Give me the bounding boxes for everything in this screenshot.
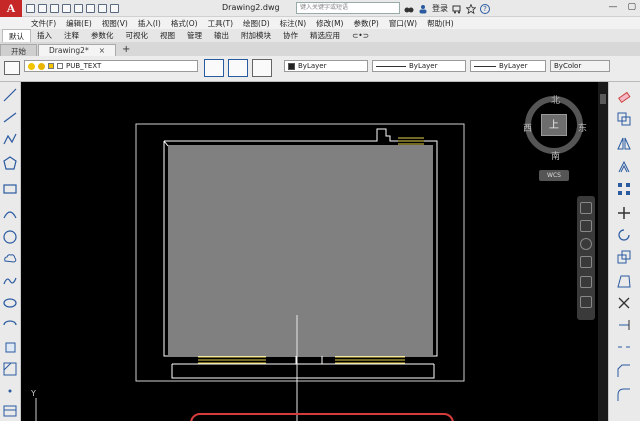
table-icon[interactable] — [3, 404, 17, 418]
move-icon[interactable] — [617, 206, 631, 220]
steering-wheel-icon[interactable] — [580, 202, 592, 214]
polyline-icon[interactable] — [3, 132, 17, 146]
nav-settings-icon[interactable] — [580, 296, 592, 308]
array-icon[interactable] — [617, 182, 631, 196]
ucs-y-label: Y — [31, 389, 36, 398]
chamfer-icon[interactable] — [617, 364, 631, 378]
vertical-scrollbar[interactable] — [598, 82, 608, 421]
ellipse-icon[interactable] — [3, 296, 17, 310]
erase-icon[interactable] — [617, 90, 631, 104]
command-line[interactable] — [190, 413, 454, 421]
point-icon[interactable] — [3, 384, 17, 398]
ucs-icon — [35, 398, 37, 421]
hatch-icon[interactable] — [3, 362, 17, 376]
window-top-right — [398, 137, 424, 145]
break-icon[interactable] — [617, 340, 631, 354]
navigation-bar — [577, 196, 595, 320]
trim-icon[interactable] — [617, 296, 631, 310]
insert-block-icon[interactable] — [3, 340, 17, 354]
viewcube-top-face[interactable]: 上 — [541, 114, 567, 136]
offset-icon[interactable] — [617, 160, 631, 174]
fillet-icon[interactable] — [617, 388, 631, 402]
rotate-icon[interactable] — [617, 228, 631, 242]
room-fill[interactable] — [168, 146, 433, 356]
lower-wall — [171, 364, 435, 379]
modify-toolbar — [608, 82, 640, 421]
wcs-dropdown[interactable]: WCS — [539, 170, 569, 181]
draw-toolbar — [0, 82, 21, 421]
compass-south[interactable]: 南 — [551, 149, 560, 162]
revision-cloud-icon[interactable] — [3, 252, 17, 266]
mirror-icon[interactable] — [617, 136, 631, 150]
window-bottom-right — [335, 356, 405, 364]
extend-icon[interactable] — [617, 318, 631, 332]
arc-icon[interactable] — [3, 206, 17, 220]
pan-icon[interactable] — [580, 220, 592, 232]
wall-joint — [163, 140, 169, 147]
autocad-window: A Drawing2.dwg 键入关键字或短语 登录 ? — ▢ 文件(F) 编… — [0, 0, 640, 421]
construction-line-icon[interactable] — [3, 110, 17, 124]
copy-icon[interactable] — [617, 112, 631, 126]
window-bottom-left — [198, 356, 266, 364]
ellipse-arc-icon[interactable] — [3, 318, 17, 332]
compass-north[interactable]: 北 — [551, 93, 560, 106]
line-tool-icon[interactable] — [3, 88, 17, 102]
drawing-svg — [135, 123, 465, 421]
zoom-icon[interactable] — [580, 238, 592, 250]
stretch-icon[interactable] — [617, 274, 631, 288]
spline-icon[interactable] — [3, 274, 17, 288]
rectangle-icon[interactable] — [3, 182, 17, 196]
circle-icon[interactable] — [3, 230, 17, 244]
compass-west[interactable]: 西 — [523, 121, 532, 134]
scale-icon[interactable] — [617, 250, 631, 264]
scrollbar-thumb[interactable] — [600, 94, 606, 104]
showmotion-icon[interactable] — [580, 276, 592, 288]
compass-east[interactable]: 东 — [578, 121, 587, 134]
orbit-icon[interactable] — [580, 256, 592, 268]
polygon-icon[interactable] — [3, 156, 17, 170]
